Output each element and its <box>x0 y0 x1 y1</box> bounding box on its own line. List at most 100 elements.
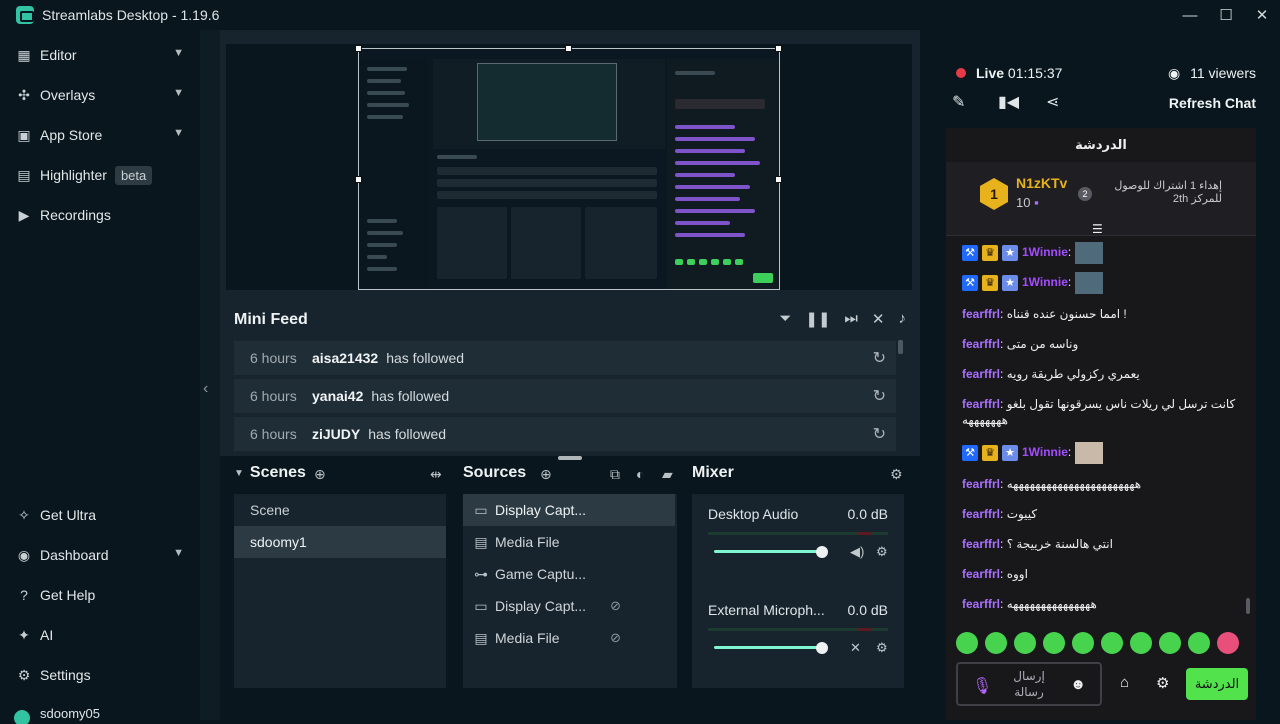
scene-item[interactable]: Scene <box>234 494 446 526</box>
scene-transition-icon[interactable]: ⇹ <box>430 466 442 483</box>
mute-alerts-icon[interactable]: ✕ <box>872 310 885 328</box>
repeat-alert-icon[interactable]: ↻ <box>873 386 886 406</box>
volume-slider[interactable] <box>714 646 824 649</box>
repeat-alert-icon[interactable]: ↻ <box>873 424 886 444</box>
sidebar-item-app-store[interactable]: ▣ App Store ▼ <box>0 115 200 155</box>
emote-icon[interactable] <box>1043 632 1065 654</box>
chat-scrollbar[interactable] <box>1246 598 1250 614</box>
volume-slider-knob[interactable] <box>816 642 828 654</box>
visibility-off-icon[interactable]: ⊘ <box>610 630 621 646</box>
scene-item[interactable]: sdoomy1 <box>234 526 446 558</box>
share-icon[interactable]: ⋖ <box>1046 92 1059 112</box>
emoji-icon[interactable]: ☻ <box>1070 676 1086 693</box>
folder-icon[interactable]: ▰ <box>662 466 673 483</box>
source-item[interactable]: ▭ Display Capt... <box>463 494 675 526</box>
add-scene-icon[interactable]: ⊕ <box>314 466 326 483</box>
chat-username[interactable]: fearffrl <box>962 507 1000 521</box>
source-group-icon[interactable]: ⧉ <box>610 466 620 483</box>
visibility-off-icon[interactable]: ⊘ <box>610 598 621 614</box>
dock-resize-handle[interactable] <box>558 456 582 460</box>
chat-username[interactable]: fearffrl <box>962 307 1000 321</box>
speaker-icon[interactable]: ◀) <box>850 544 864 560</box>
store-icon[interactable]: ⌂ <box>1120 674 1129 691</box>
chat-username[interactable]: 1Winnie <box>1022 245 1068 259</box>
add-source-icon[interactable]: ⊕ <box>540 466 552 483</box>
sidebar-item-get-help[interactable]: ? Get Help <box>0 575 200 615</box>
chat-settings-icon[interactable]: ⚙ <box>1156 674 1169 692</box>
leaderboard-banner[interactable]: 1 N1zKTv 10 ▪ 2 إهداء 1 اشتراك للوصول لل… <box>946 162 1256 236</box>
sidebar-item-dashboard[interactable]: ◉ Dashboard ▼ <box>0 535 200 575</box>
skip-icon[interactable]: ⏭ <box>844 310 858 328</box>
emote-icon[interactable] <box>1130 632 1152 654</box>
edit-stream-icon[interactable]: ✎ <box>952 92 965 112</box>
emote-icon[interactable] <box>1217 632 1239 654</box>
expand-icon[interactable]: ☰ <box>1092 222 1103 236</box>
pause-icon[interactable]: ❚❚ <box>805 310 830 328</box>
sidebar-item-get-ultra[interactable]: ✧ Get Ultra <box>0 495 200 535</box>
minimize-button[interactable]: — <box>1172 0 1208 30</box>
emote-icon[interactable] <box>1159 632 1181 654</box>
microphone-icon[interactable]: 🎙 <box>972 676 992 696</box>
speaker-muted-icon[interactable]: ✕ <box>850 640 861 656</box>
refresh-chat-button[interactable]: Refresh Chat <box>1169 95 1256 111</box>
volume-icon[interactable]: ♪ <box>899 310 907 328</box>
user-profile[interactable]: sdoomy05 <box>0 706 200 724</box>
mixer-settings-icon[interactable]: ⚙ <box>890 466 903 483</box>
chat-username[interactable]: fearffrl <box>962 567 1000 581</box>
chat-username[interactable]: fearffrl <box>962 537 1000 551</box>
emote-icon[interactable] <box>985 632 1007 654</box>
sidebar-item-recordings[interactable]: ▶ Recordings <box>0 195 200 235</box>
chevron-down-icon[interactable]: ▼ <box>234 468 244 479</box>
stream-preview[interactable] <box>226 44 912 290</box>
chat-username[interactable]: fearffrl <box>962 337 1000 351</box>
streamlabs-logo-icon <box>16 6 34 24</box>
gift-rank-badge: 2 <box>1078 187 1092 201</box>
emote-icon[interactable] <box>1188 632 1210 654</box>
chat-username[interactable]: fearffrl <box>962 477 1000 491</box>
camera-icon[interactable]: ▮◀ <box>998 92 1019 112</box>
chat-username[interactable]: fearffrl <box>962 397 1000 411</box>
chat-username[interactable]: 1Winnie <box>1022 275 1068 289</box>
recordings-icon: ▶ <box>18 206 30 223</box>
resize-handle[interactable] <box>565 45 572 52</box>
volume-slider[interactable] <box>714 550 824 553</box>
filter-icon[interactable]: ⏷ <box>779 310 791 328</box>
gear-icon[interactable]: ⚙ <box>876 544 888 560</box>
mini-feed-title: Mini Feed <box>234 311 308 328</box>
chat-username[interactable]: fearffrl <box>962 367 1000 381</box>
volume-slider-knob[interactable] <box>816 546 828 558</box>
display-capture-preview[interactable] <box>358 48 780 290</box>
chat-send-button[interactable]: الدردشة <box>1186 668 1248 700</box>
source-item[interactable]: ▤ Media File ⊘ <box>463 622 675 654</box>
resize-handle[interactable] <box>775 176 782 183</box>
chat-username[interactable]: 1Winnie <box>1022 445 1068 459</box>
sidebar-item-settings[interactable]: ⚙ Settings <box>0 655 200 695</box>
chat-input[interactable]: 🎙 إرسال رسالة ☻ <box>956 662 1102 706</box>
emote-icon[interactable] <box>1101 632 1123 654</box>
crown-badge-icon: ♛ <box>982 245 998 261</box>
chat-username[interactable]: fearffrl <box>962 597 1000 611</box>
resize-handle[interactable] <box>355 176 362 183</box>
gear-icon[interactable]: ⚙ <box>876 640 888 656</box>
repeat-alert-icon[interactable]: ↻ <box>873 348 886 368</box>
chat-avatar <box>1075 272 1104 294</box>
emote-icon[interactable] <box>1072 632 1094 654</box>
emote-icon[interactable] <box>956 632 978 654</box>
sidebar-item-highlighter[interactable]: ▤ Highlighter beta <box>0 155 200 195</box>
feed-scrollbar[interactable] <box>898 340 903 354</box>
sidebar-item-editor[interactable]: ▦ Editor ▼ <box>0 35 200 75</box>
hide-all-icon[interactable]: ◐ <box>636 466 644 482</box>
source-item[interactable]: ⊶ Game Captu... <box>463 558 675 590</box>
scenes-header: ▼ Scenes <box>234 464 306 482</box>
sidebar-item-overlays[interactable]: ✣ Overlays ▼ <box>0 75 200 115</box>
source-item[interactable]: ▭ Display Capt... ⊘ <box>463 590 675 622</box>
resize-handle[interactable] <box>775 45 782 52</box>
resize-handle[interactable] <box>355 45 362 52</box>
source-item[interactable]: ▤ Media File <box>463 526 675 558</box>
sidebar-item-ai[interactable]: ✦ AI <box>0 615 200 655</box>
chat-message: fearffrl: كييوت <box>962 507 1038 521</box>
maximize-button[interactable]: ☐ <box>1208 0 1244 30</box>
close-button[interactable]: ✕ <box>1244 0 1280 30</box>
emote-icon[interactable] <box>1014 632 1036 654</box>
collapse-left-icon[interactable]: ‹ <box>203 380 208 398</box>
